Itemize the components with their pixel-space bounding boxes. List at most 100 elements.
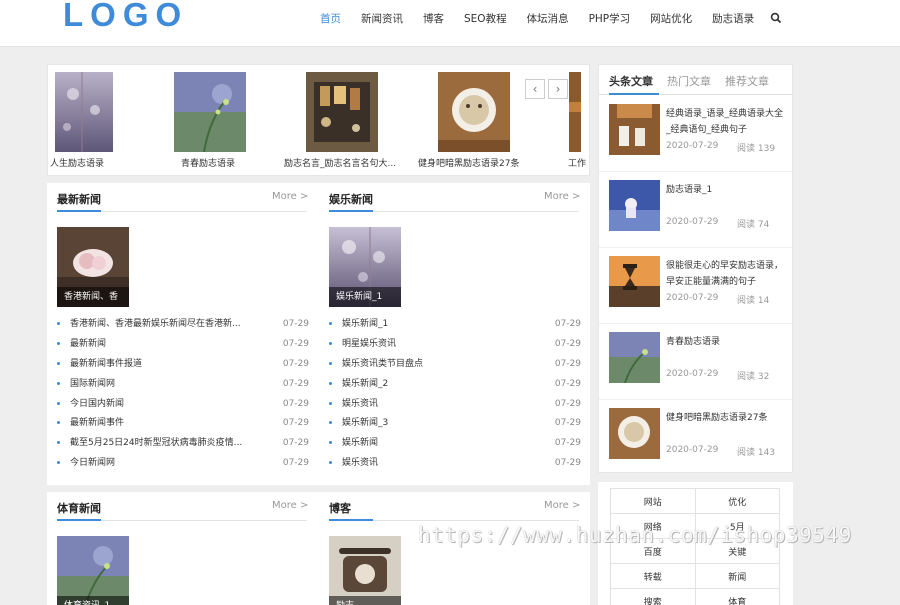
carousel-image-2[interactable] [174, 72, 246, 152]
carousel-image-4[interactable] [438, 72, 510, 152]
list-item[interactable]: 娱乐资讯 07-29 [329, 397, 581, 417]
tag-link[interactable]: 优化 [694, 488, 780, 514]
section-title-sports: 体育新闻 [57, 502, 101, 515]
ranking-item-date: 2020-07-29 [666, 369, 719, 379]
ranking-item-title[interactable]: 励志语录_1 [666, 182, 784, 198]
list-item[interactable]: 娱乐资讯类节目盘点 07-29 [329, 357, 581, 377]
list-item[interactable]: 娱乐新闻_2 07-29 [329, 377, 581, 397]
nav-item-news[interactable]: 新闻资讯 [351, 12, 413, 26]
bullet-icon [57, 461, 60, 465]
nav-item-seo[interactable]: SEO教程 [454, 12, 517, 26]
ranking-item-image[interactable] [609, 180, 660, 231]
list-item[interactable]: 娱乐新闻_3 07-29 [329, 416, 581, 436]
bullet-icon [329, 381, 332, 385]
tag-link[interactable]: 网站 [610, 488, 696, 514]
latest-thumbnail[interactable]: 香港新闻、香 [57, 227, 129, 307]
section-title-latest: 最新新闻 [57, 193, 101, 206]
bullet-icon [57, 441, 60, 445]
tag-link[interactable]: 转载 [610, 563, 696, 589]
blog-thumbnail-caption: 励志 [329, 596, 401, 605]
list-item[interactable]: 最新新闻 07-29 [57, 337, 309, 357]
tab-recommended[interactable]: 推荐文章 [725, 73, 769, 89]
ranking-item[interactable]: 励志语录_1 2020-07-29 阅读 74 [599, 172, 792, 248]
list-item[interactable]: 娱乐资讯 07-29 [329, 456, 581, 476]
ranking-item-reads: 阅读 139 [737, 144, 776, 154]
ranking-item[interactable]: 很能很走心的早安励志语录，早安正能量满满的句子 2020-07-29 阅读 14 [599, 248, 792, 324]
ranking-item-image[interactable] [609, 104, 660, 155]
carousel-label-4[interactable]: 健身吧暗黑励志语录27条 [418, 156, 519, 169]
nav-item-sports[interactable]: 体坛消息 [517, 12, 579, 26]
list-item[interactable]: 香港新闻、香港最新娱乐新闻尽在香港新... 07-29 [57, 317, 309, 337]
ranking-item-image[interactable] [609, 256, 660, 307]
list-item[interactable]: 最新新闻事件 07-29 [57, 416, 309, 436]
ranking-item-reads: 阅读 14 [737, 296, 770, 306]
site-header: LOGO 首页 新闻资讯 博客 SEO教程 体坛消息 PHP学习 网站优化 励志… [0, 0, 900, 47]
nav-item-seo-optimize[interactable]: 网站优化 [640, 12, 702, 26]
ranking-item-date: 2020-07-29 [666, 217, 719, 227]
more-link-sports[interactable]: More > [272, 500, 308, 511]
list-item[interactable]: 今日国内新闻 07-29 [57, 397, 309, 417]
nav-item-home[interactable]: 首页 [310, 12, 351, 26]
ranking-item-title[interactable]: 很能很走心的早安励志语录，早安正能量满满的句子 [666, 258, 784, 290]
entertainment-news-list: 娱乐新闻_1 07-29 明星娱乐资讯 07-29 娱乐资讯类节目盘点 07-29 娱… [329, 317, 581, 476]
ranking-item-title[interactable]: 健身吧暗黑励志语录27条 [666, 410, 784, 426]
ranking-tabs: 头条文章 热门文章 推荐文章 [609, 73, 783, 89]
ranking-item[interactable]: 青春励志语录 2020-07-29 阅读 32 [599, 324, 792, 400]
nav-item-quotes[interactable]: 励志语录 [702, 12, 764, 26]
search-icon[interactable] [770, 11, 782, 25]
carousel-next-button[interactable]: › [548, 79, 568, 99]
more-link-blog[interactable]: More > [544, 500, 580, 511]
carousel-prev-button[interactable]: ‹ [525, 79, 545, 99]
ranking-item-date: 2020-07-29 [666, 293, 719, 303]
tab-headline[interactable]: 头条文章 [609, 73, 653, 89]
carousel-image-1[interactable] [55, 72, 113, 152]
sports-thumbnail[interactable]: 体育资讯_1 [57, 536, 129, 605]
tab-popular[interactable]: 热门文章 [667, 73, 711, 89]
list-item[interactable]: 截至5月25日24时新型冠状病毒肺炎疫情... 07-29 [57, 436, 309, 456]
tag-link[interactable]: 体育 [694, 588, 780, 605]
bullet-icon [57, 341, 60, 345]
list-item[interactable]: 明星娱乐资讯 07-29 [329, 337, 581, 357]
section-underline [329, 210, 373, 212]
ranking-item-title[interactable]: 青春励志语录 [666, 334, 784, 350]
list-item[interactable]: 最新新闻事件报道 07-29 [57, 357, 309, 377]
entertainment-thumbnail-caption: 娱乐新闻_1 [329, 287, 401, 307]
ranking-item-title[interactable]: 经典语录_语录_经典语录大全_经典语句_经典句子 [666, 106, 784, 138]
bullet-icon [329, 322, 332, 325]
entertainment-thumbnail[interactable]: 娱乐新闻_1 [329, 227, 401, 307]
nav-item-php[interactable]: PHP学习 [579, 12, 641, 26]
carousel-label-2[interactable]: 青春励志语录 [181, 156, 235, 169]
section-title-entertainment: 娱乐新闻 [329, 193, 373, 206]
ranking-item-image[interactable] [609, 332, 660, 383]
list-item[interactable]: 娱乐新闻 07-29 [329, 436, 581, 456]
image-carousel: 人生励志语录 青春励志语录 励志名言_励志名言名句大... 健身吧暗黑励志语录2… [47, 64, 590, 176]
carousel-label-3[interactable]: 励志名言_励志名言名句大... [284, 156, 396, 169]
latest-thumbnail-caption: 香港新闻、香 [57, 287, 129, 307]
news-block-bottom: 体育新闻 More > 体育资讯_1 博客 More > 励志 [47, 492, 590, 605]
carousel-label-1[interactable]: 人生励志语录 [50, 156, 104, 169]
list-item[interactable]: 今日新闻网 07-29 [57, 456, 309, 476]
watermark-text: https://www.huzhan.com/ishop39549 [418, 523, 852, 547]
more-link-entertainment[interactable]: More > [544, 191, 580, 202]
bullet-icon [329, 341, 332, 345]
tag-link[interactable]: 搜索 [610, 588, 696, 605]
carousel-image-3[interactable] [306, 72, 378, 152]
list-item[interactable]: 娱乐新闻_1 07-29 [329, 317, 581, 337]
main-nav: 首页 新闻资讯 博客 SEO教程 体坛消息 PHP学习 网站优化 励志语录 [310, 12, 764, 26]
site-logo[interactable]: LOGO [63, 0, 188, 34]
list-item[interactable]: 国际新闻网 07-29 [57, 377, 309, 397]
carousel-image-5[interactable] [569, 72, 581, 152]
ranking-item[interactable]: 健身吧暗黑励志语录27条 2020-07-29 阅读 143 [599, 400, 792, 476]
ranking-item-date: 2020-07-29 [666, 445, 719, 455]
ranking-item[interactable]: 经典语录_语录_经典语录大全_经典语句_经典句子 2020-07-29 阅读 1… [599, 96, 792, 172]
more-link-latest[interactable]: More > [272, 191, 308, 202]
bullet-icon [57, 361, 60, 365]
bullet-icon [329, 421, 332, 425]
carousel-label-5[interactable]: 工作 [568, 156, 586, 169]
ranking-item-date: 2020-07-29 [666, 141, 719, 151]
tag-link[interactable]: 新闻 [694, 563, 780, 589]
bullet-icon [329, 441, 332, 445]
ranking-item-image[interactable] [609, 408, 660, 459]
nav-item-blog[interactable]: 博客 [413, 12, 454, 26]
blog-thumbnail[interactable]: 励志 [329, 536, 401, 605]
